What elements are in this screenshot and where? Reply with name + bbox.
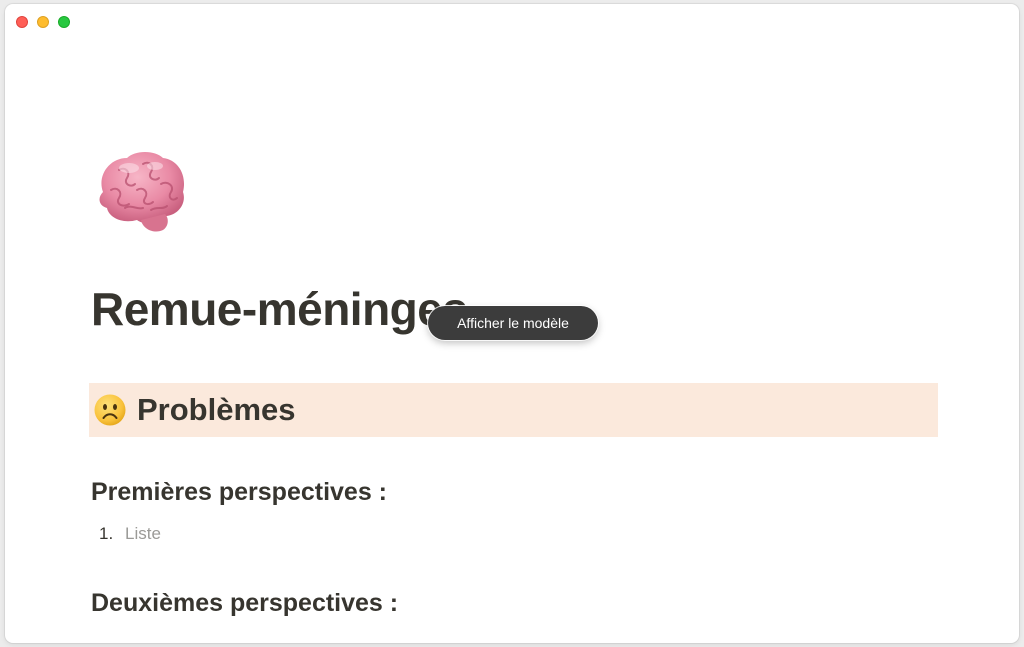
view-template-tooltip: Afficher le modèle xyxy=(428,306,598,340)
callout-title[interactable]: Problèmes xyxy=(137,392,296,428)
minimize-window-button[interactable] xyxy=(37,16,49,28)
callout-block[interactable]: Problèmes xyxy=(89,383,938,437)
page-title[interactable]: Remue-méninges xyxy=(91,282,468,336)
heading-premieres-perspectives[interactable]: Premières perspectives : xyxy=(91,478,387,507)
list-item-text[interactable]: Liste xyxy=(125,524,161,544)
tooltip-label: Afficher le modèle xyxy=(457,315,569,331)
numbered-list-item[interactable]: 1. Liste xyxy=(99,524,161,544)
frowning-face-icon[interactable] xyxy=(93,393,127,427)
heading-deuxiemes-perspectives[interactable]: Deuxièmes perspectives : xyxy=(91,589,398,618)
brain-icon[interactable] xyxy=(89,146,189,238)
close-window-button[interactable] xyxy=(16,16,28,28)
window-controls xyxy=(16,16,70,28)
list-number: 1. xyxy=(99,524,114,543)
zoom-window-button[interactable] xyxy=(58,16,70,28)
app-window: Remue-méninges Problèmes Premières persp… xyxy=(5,4,1019,643)
